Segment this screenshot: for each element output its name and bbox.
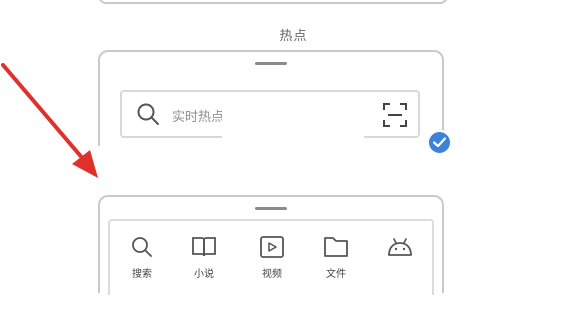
- drag-handle: [255, 62, 287, 65]
- book-icon: [192, 237, 216, 257]
- shortcut-video[interactable]: 视频: [252, 235, 292, 280]
- drag-handle: [255, 207, 287, 210]
- blank-cover: [222, 100, 364, 195]
- scan-icon[interactable]: [382, 102, 408, 128]
- shortcut-label: 文件: [326, 269, 346, 280]
- annotation-arrow-icon: [1, 63, 98, 178]
- shortcut-panel: 搜索 小说 视频 文件: [108, 219, 434, 295]
- android-icon: [388, 238, 412, 256]
- shortcut-label: 小说: [194, 269, 214, 280]
- shortcut-search[interactable]: 搜索: [122, 235, 162, 280]
- section-title: 热点: [279, 29, 308, 44]
- widget-preview-shortcuts[interactable]: 搜索 小说 视频 文件: [98, 195, 444, 295]
- search-icon: [136, 102, 160, 126]
- search-placeholder: 实时热点: [172, 110, 225, 125]
- previous-phone-frame: [98, 0, 448, 4]
- folder-icon: [324, 237, 348, 257]
- shortcut-label: 搜索: [132, 269, 152, 280]
- selected-check-icon: [427, 130, 452, 155]
- shortcut-android[interactable]: [380, 235, 420, 265]
- search-icon: [132, 237, 152, 257]
- shortcut-label: 视频: [262, 269, 282, 280]
- shortcut-files[interactable]: 文件: [316, 235, 356, 280]
- video-icon: [260, 236, 284, 258]
- shortcut-novel[interactable]: 小说: [184, 235, 224, 280]
